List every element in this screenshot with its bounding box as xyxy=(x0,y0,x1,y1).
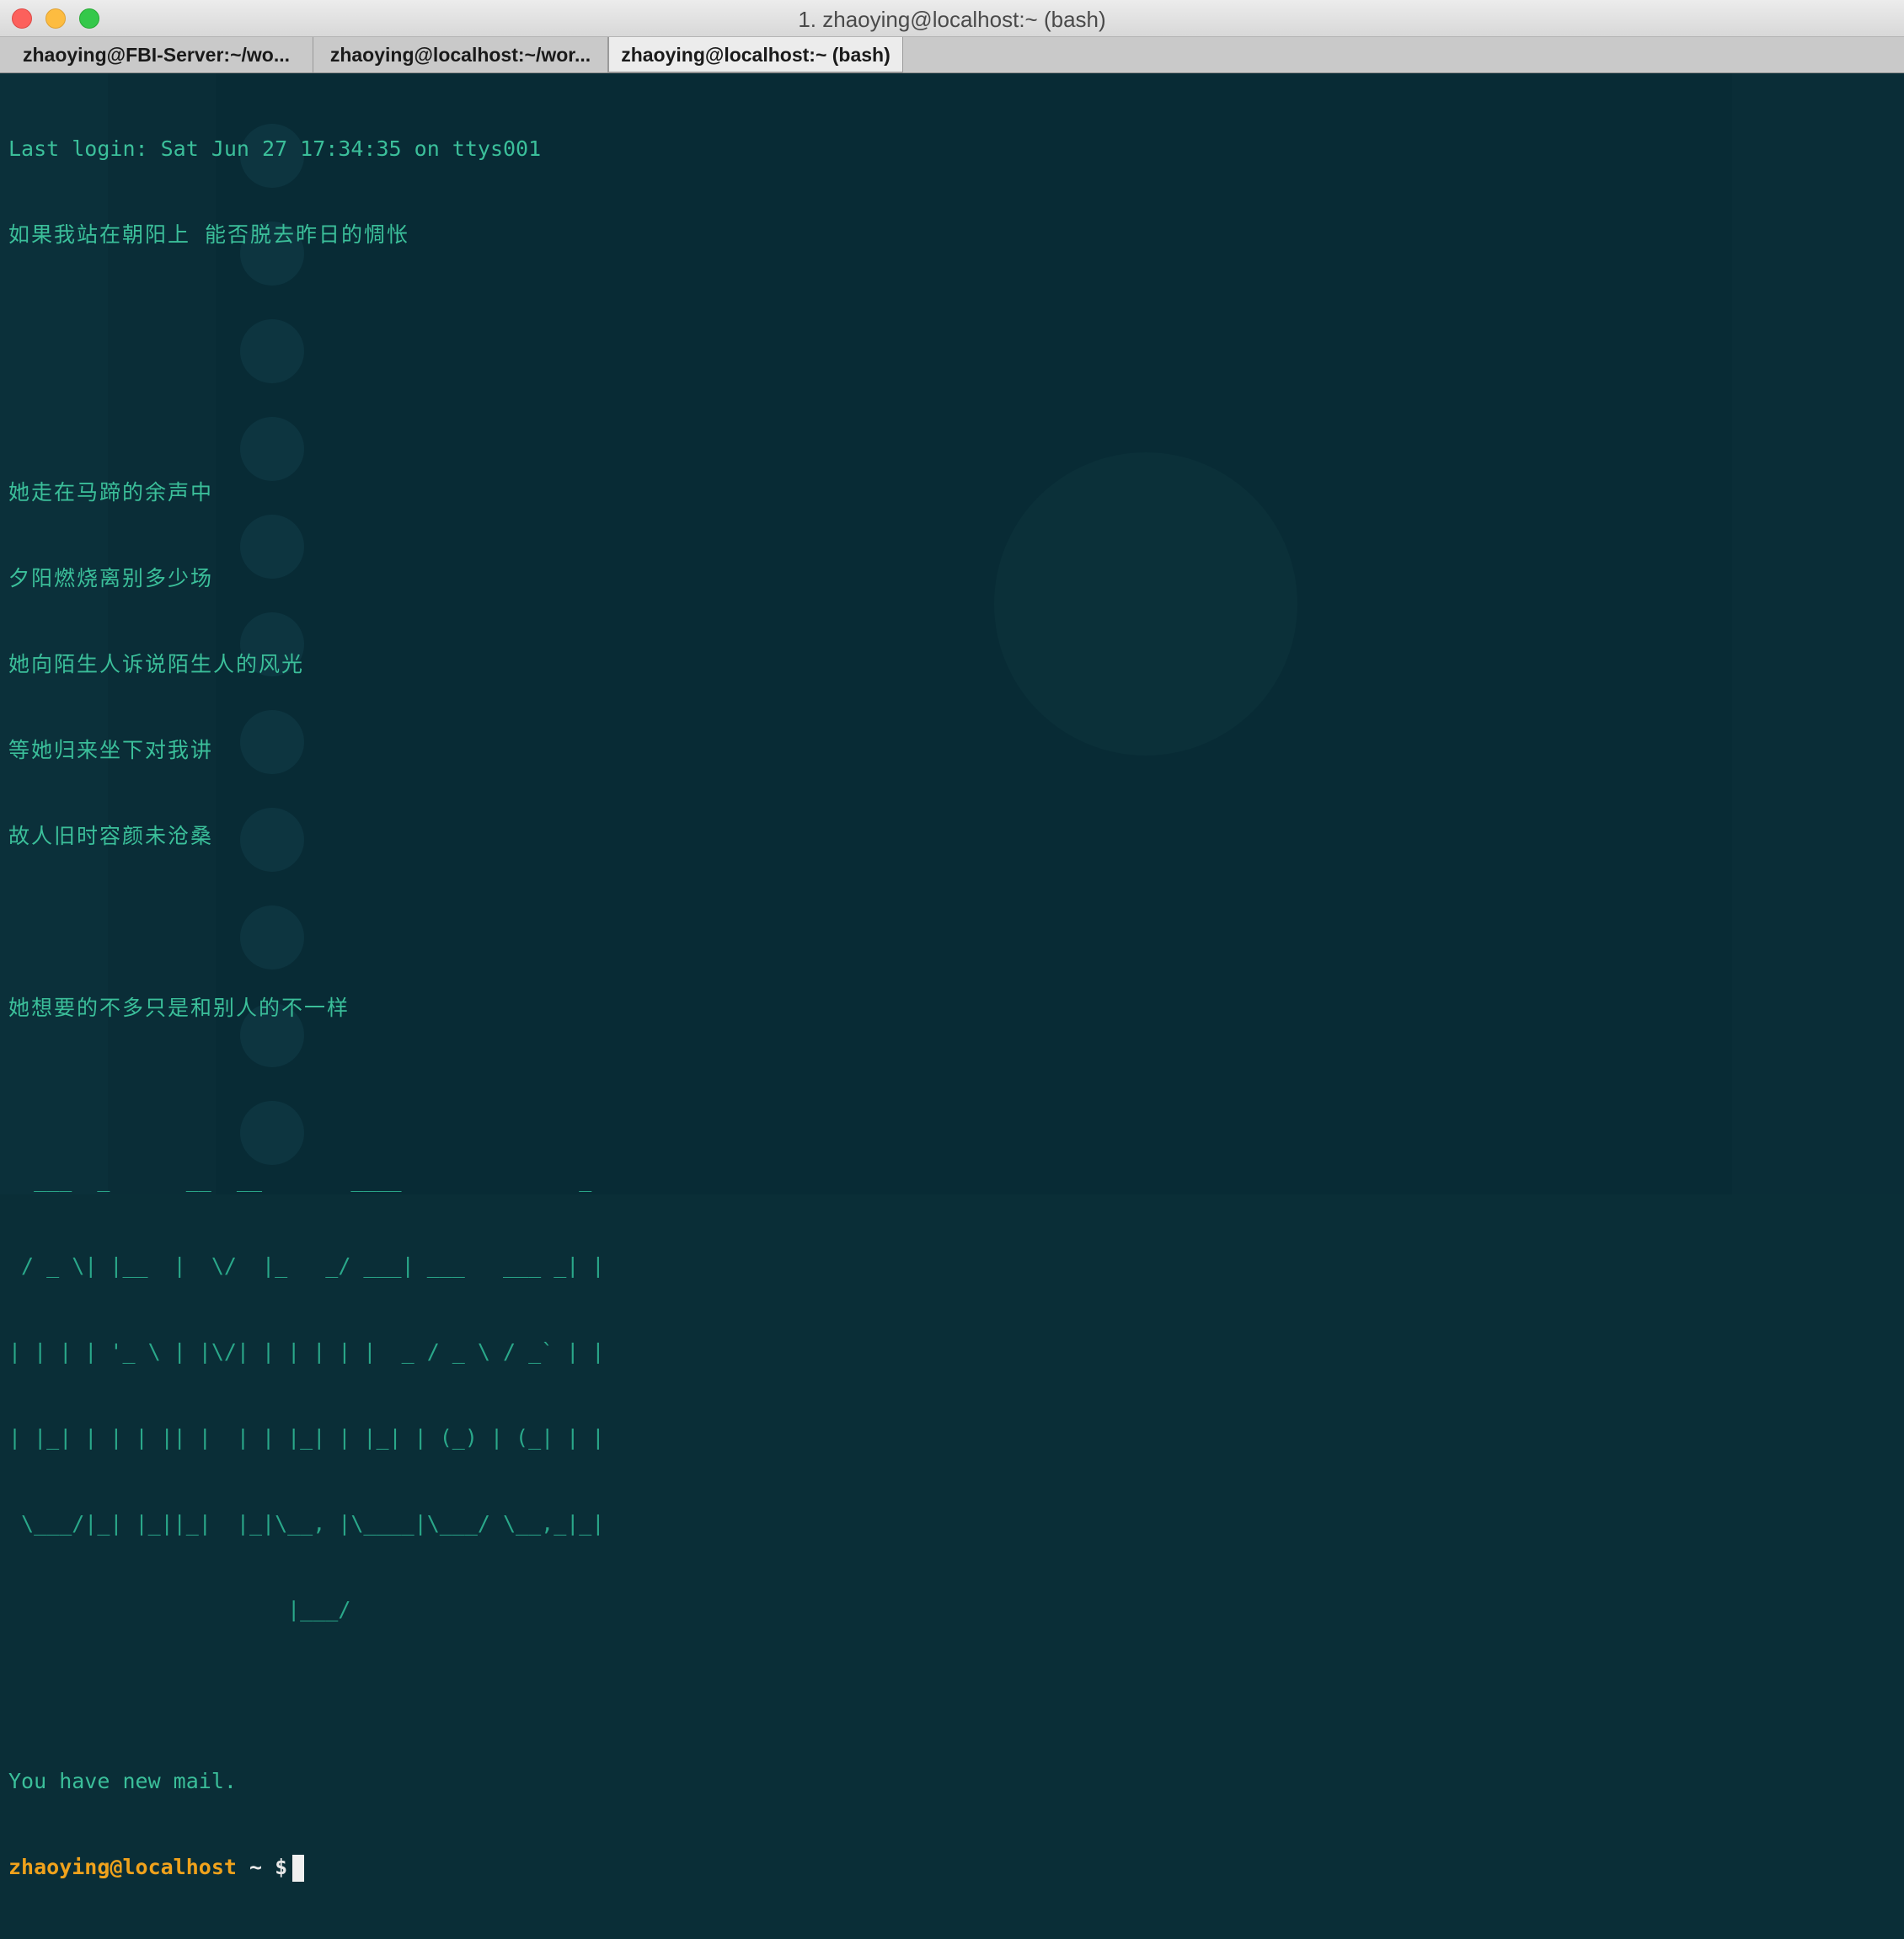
text-cursor xyxy=(292,1855,305,1882)
poem-line: 如果我站在朝阳上 能否脱去昨日的惆怅 xyxy=(8,222,410,247)
ascii-banner-line: / _ \| |__ | \/ |_ _/ ___| ___ ___ _| | xyxy=(8,1253,605,1278)
ascii-banner-line xyxy=(8,1681,604,1710)
tab-fbi-server[interactable]: zhaoying@FBI-Server:~/wo... xyxy=(0,37,313,72)
poem-line xyxy=(8,307,604,335)
window-title: 1. zhaoying@localhost:~ (bash) xyxy=(798,7,1106,32)
poem-line xyxy=(8,393,604,421)
ascii-banner-line xyxy=(8,1080,604,1108)
poem-line: 故人旧时容颜未沧桑 xyxy=(8,824,214,848)
background-ghost xyxy=(1732,73,1904,1194)
ascii-banner-line: ___ _ __ __ ____ _ xyxy=(8,1167,605,1192)
poem-line: 等她归来坐下对我讲 xyxy=(8,738,214,762)
title-bar: 1. zhaoying@localhost:~ (bash) xyxy=(0,0,1904,37)
ascii-banner-line: \___/|_| |_||_| |_|\__, |\____|\___/ \__… xyxy=(8,1511,605,1536)
tab-localhost-work[interactable]: zhaoying@localhost:~/wor... xyxy=(313,37,608,72)
poem-line: 她向陌生人诉说陌生人的风光 xyxy=(8,652,305,676)
poem-line: 夕阳燃烧离别多少场 xyxy=(8,566,214,590)
tab-localhost-bash[interactable]: zhaoying@localhost:~ (bash) xyxy=(608,37,903,72)
terminal-area[interactable]: Last login: Sat Jun 27 17:34:35 on ttys0… xyxy=(0,73,1904,1882)
terminal-output: Last login: Sat Jun 27 17:34:35 on ttys0… xyxy=(8,77,604,1939)
background-ghost xyxy=(994,452,1297,756)
mail-notice: You have new mail. xyxy=(8,1769,237,1793)
last-login-line: Last login: Sat Jun 27 17:34:35 on ttys0… xyxy=(8,136,542,161)
poem-line: 她走在马蹄的余声中 xyxy=(8,480,214,505)
prompt-line[interactable]: zhaoying@localhost ~ $ xyxy=(8,1853,604,1882)
ascii-banner-line: | |_| | | | || | | | |_| | |_| | (_) | (… xyxy=(8,1425,605,1450)
tab-bar: zhaoying@FBI-Server:~/wo... zhaoying@loc… xyxy=(0,37,1904,73)
prompt-user: zhaoying@localhost xyxy=(8,1855,237,1879)
poem-line: 她想要的不多只是和别人的不一样 xyxy=(8,996,350,1020)
prompt-symbol: ~ $ xyxy=(236,1855,288,1879)
poem-line xyxy=(8,908,604,937)
ascii-banner-line: |___/ xyxy=(8,1597,605,1621)
ascii-banner-line: | | | | '_ \ | |\/| | | | | | _ / _ \ / … xyxy=(8,1339,605,1364)
